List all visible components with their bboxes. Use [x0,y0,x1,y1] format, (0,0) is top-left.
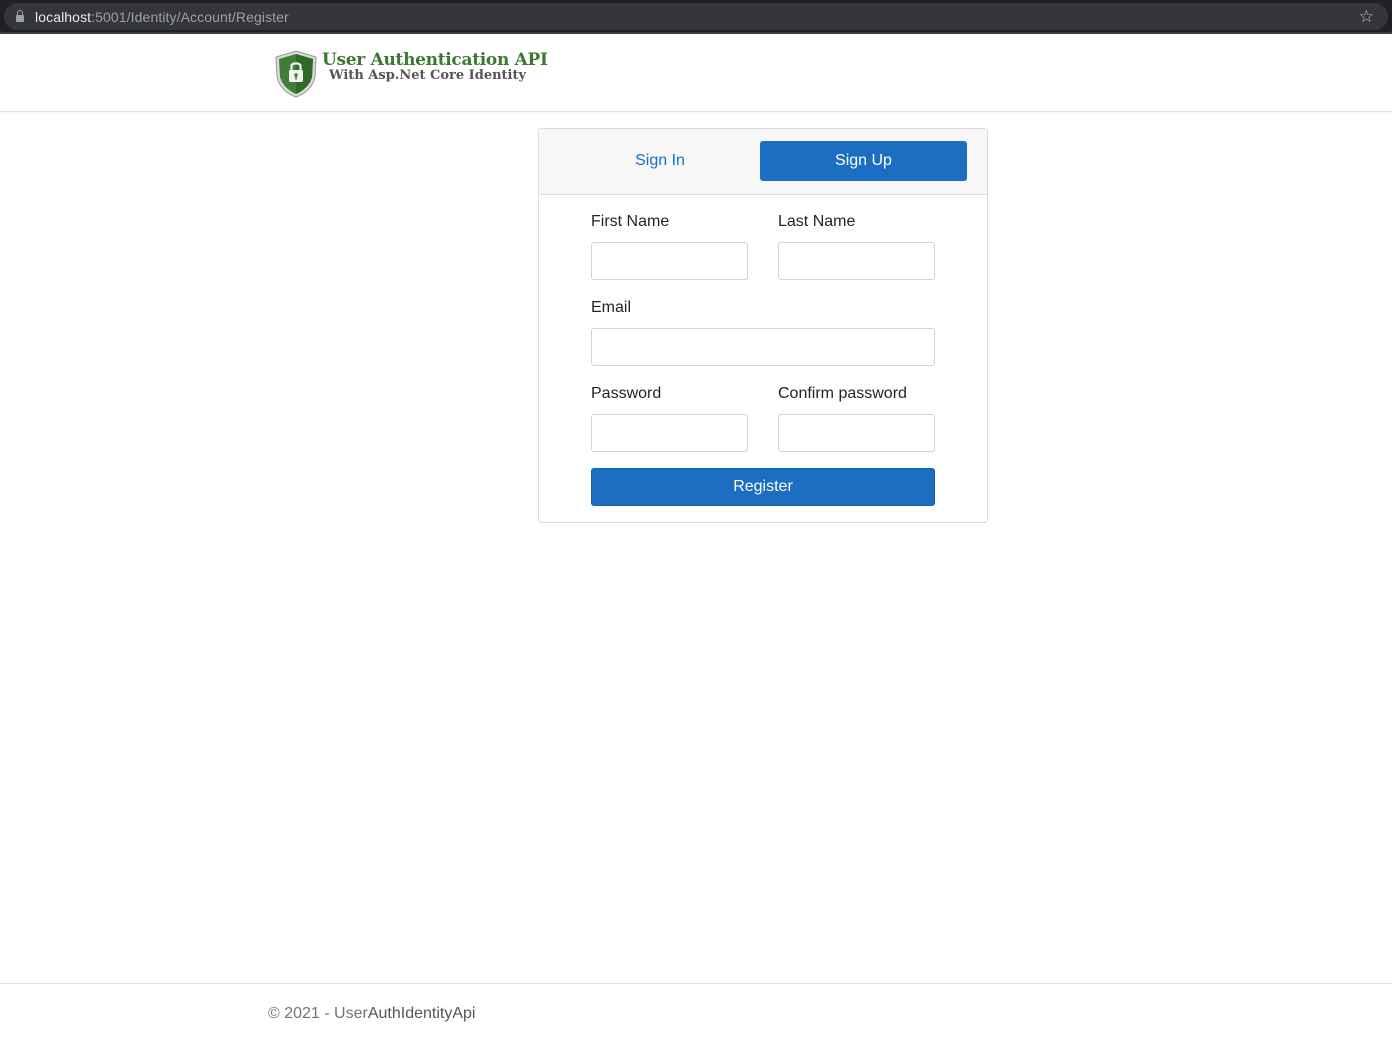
footer-app-link[interactable]: AuthIdentityApi [368,1005,476,1022]
footer-text: © 2021 - UserAuthIdentityApi [268,1005,475,1023]
first-name-label: First Name [591,213,670,230]
star-icon[interactable]: ☆ [1359,8,1374,25]
password-label: Password [591,385,662,402]
lock-icon[interactable] [16,10,24,22]
tab-sign-in[interactable]: Sign In [559,141,761,181]
brand-subtitle: With Asp.Net Core Identity [329,68,527,83]
tab-sign-up[interactable]: Sign Up [760,141,967,181]
confirm-password-input[interactable] [778,414,935,452]
copyright-text: © 2021 - User [268,1005,368,1022]
register-button[interactable]: Register [591,468,935,506]
browser-toolbar: localhost:5001/Identity/Account/Register… [0,0,1392,34]
brand-title: User Authentication API [322,50,548,70]
first-name-input[interactable] [591,242,748,280]
brand-text: User Authentication API With Asp.Net Cor… [322,51,548,83]
auth-card: Sign In Sign Up First Name Last Name Ema… [538,128,988,523]
site-header: User Authentication API With Asp.Net Cor… [0,36,1392,112]
password-input[interactable] [591,414,748,452]
email-label: Email [591,299,632,316]
last-name-input[interactable] [778,242,935,280]
address-bar[interactable]: localhost:5001/Identity/Account/Register… [4,3,1388,30]
url-host: localhost [35,8,92,25]
url-path: :5001/Identity/Account/Register [91,8,289,25]
brand-logo[interactable]: User Authentication API With Asp.Net Cor… [272,49,548,99]
site-footer: © 2021 - UserAuthIdentityApi [0,983,1392,1043]
last-name-label: Last Name [778,213,856,230]
shield-lock-icon [275,50,317,98]
auth-tabs: Sign In Sign Up [539,129,987,195]
email-input[interactable] [591,328,935,366]
confirm-password-label: Confirm password [778,385,907,402]
url-text[interactable]: localhost:5001/Identity/Account/Register [35,9,289,25]
